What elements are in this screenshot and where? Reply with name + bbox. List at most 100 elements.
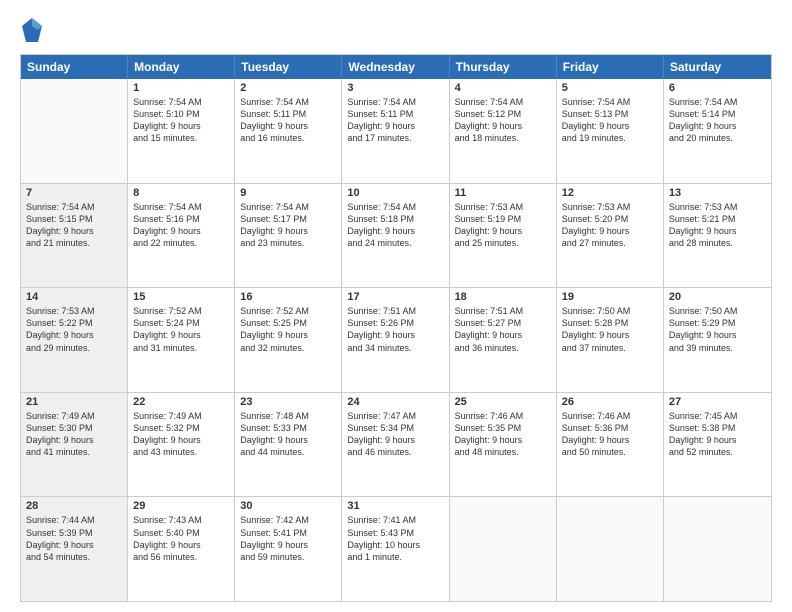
- calendar-cell: 30Sunrise: 7:42 AMSunset: 5:41 PMDayligh…: [235, 497, 342, 601]
- calendar-cell: [21, 79, 128, 183]
- calendar-cell: 31Sunrise: 7:41 AMSunset: 5:43 PMDayligh…: [342, 497, 449, 601]
- calendar-header-sunday: Sunday: [21, 55, 128, 79]
- cell-info-line: Sunset: 5:24 PM: [133, 317, 229, 329]
- logo: [20, 16, 48, 44]
- cell-info-line: Daylight: 9 hours: [26, 225, 122, 237]
- calendar-week-5: 28Sunrise: 7:44 AMSunset: 5:39 PMDayligh…: [21, 497, 771, 601]
- calendar-cell: 21Sunrise: 7:49 AMSunset: 5:30 PMDayligh…: [21, 393, 128, 497]
- cell-info-line: Sunset: 5:30 PM: [26, 422, 122, 434]
- cell-info-line: and 31 minutes.: [133, 342, 229, 354]
- cell-info-line: and 28 minutes.: [669, 237, 766, 249]
- cell-info-line: Sunset: 5:18 PM: [347, 213, 443, 225]
- calendar-cell: 28Sunrise: 7:44 AMSunset: 5:39 PMDayligh…: [21, 497, 128, 601]
- day-number: 10: [347, 187, 443, 199]
- cell-info-line: Sunrise: 7:54 AM: [240, 201, 336, 213]
- cell-info-line: and 20 minutes.: [669, 132, 766, 144]
- cell-info-line: Daylight: 9 hours: [240, 225, 336, 237]
- cell-info-line: Sunrise: 7:53 AM: [669, 201, 766, 213]
- calendar-cell: 5Sunrise: 7:54 AMSunset: 5:13 PMDaylight…: [557, 79, 664, 183]
- cell-info-line: Sunrise: 7:45 AM: [669, 410, 766, 422]
- cell-info-line: Daylight: 9 hours: [347, 329, 443, 341]
- calendar-week-1: 1Sunrise: 7:54 AMSunset: 5:10 PMDaylight…: [21, 79, 771, 184]
- cell-info-line: Sunset: 5:14 PM: [669, 108, 766, 120]
- day-number: 23: [240, 396, 336, 408]
- cell-info-line: Sunrise: 7:48 AM: [240, 410, 336, 422]
- cell-info-line: Sunrise: 7:52 AM: [240, 305, 336, 317]
- day-number: 12: [562, 187, 658, 199]
- cell-info-line: Sunset: 5:17 PM: [240, 213, 336, 225]
- calendar-cell: 14Sunrise: 7:53 AMSunset: 5:22 PMDayligh…: [21, 288, 128, 392]
- cell-info-line: and 15 minutes.: [133, 132, 229, 144]
- day-number: 9: [240, 187, 336, 199]
- cell-info-line: and 17 minutes.: [347, 132, 443, 144]
- cell-info-line: Sunrise: 7:54 AM: [455, 96, 551, 108]
- day-number: 16: [240, 291, 336, 303]
- cell-info-line: and 54 minutes.: [26, 551, 122, 563]
- cell-info-line: Sunset: 5:39 PM: [26, 527, 122, 539]
- cell-info-line: Daylight: 9 hours: [347, 120, 443, 132]
- calendar-cell: 15Sunrise: 7:52 AMSunset: 5:24 PMDayligh…: [128, 288, 235, 392]
- day-number: 2: [240, 82, 336, 94]
- cell-info-line: Daylight: 9 hours: [455, 120, 551, 132]
- calendar-header-thursday: Thursday: [450, 55, 557, 79]
- day-number: 13: [669, 187, 766, 199]
- calendar-cell: 16Sunrise: 7:52 AMSunset: 5:25 PMDayligh…: [235, 288, 342, 392]
- cell-info-line: Daylight: 9 hours: [455, 434, 551, 446]
- cell-info-line: Sunset: 5:34 PM: [347, 422, 443, 434]
- cell-info-line: Sunrise: 7:43 AM: [133, 514, 229, 526]
- calendar-cell: 26Sunrise: 7:46 AMSunset: 5:36 PMDayligh…: [557, 393, 664, 497]
- cell-info-line: Sunset: 5:11 PM: [240, 108, 336, 120]
- cell-info-line: Daylight: 9 hours: [133, 120, 229, 132]
- cell-info-line: Sunrise: 7:42 AM: [240, 514, 336, 526]
- day-number: 22: [133, 396, 229, 408]
- calendar-header-saturday: Saturday: [664, 55, 771, 79]
- day-number: 30: [240, 500, 336, 512]
- cell-info-line: and 29 minutes.: [26, 342, 122, 354]
- cell-info-line: Sunset: 5:12 PM: [455, 108, 551, 120]
- cell-info-line: Sunrise: 7:54 AM: [133, 96, 229, 108]
- calendar-cell: 6Sunrise: 7:54 AMSunset: 5:14 PMDaylight…: [664, 79, 771, 183]
- header: [20, 16, 772, 44]
- cell-info-line: Sunrise: 7:54 AM: [133, 201, 229, 213]
- cell-info-line: and 43 minutes.: [133, 446, 229, 458]
- page: SundayMondayTuesdayWednesdayThursdayFrid…: [0, 0, 792, 612]
- cell-info-line: Daylight: 9 hours: [562, 329, 658, 341]
- day-number: 7: [26, 187, 122, 199]
- cell-info-line: and 16 minutes.: [240, 132, 336, 144]
- cell-info-line: Sunset: 5:26 PM: [347, 317, 443, 329]
- cell-info-line: Daylight: 9 hours: [133, 329, 229, 341]
- cell-info-line: Sunset: 5:21 PM: [669, 213, 766, 225]
- cell-info-line: and 21 minutes.: [26, 237, 122, 249]
- cell-info-line: Daylight: 9 hours: [26, 434, 122, 446]
- calendar-cell: 12Sunrise: 7:53 AMSunset: 5:20 PMDayligh…: [557, 184, 664, 288]
- cell-info-line: and 22 minutes.: [133, 237, 229, 249]
- cell-info-line: Daylight: 9 hours: [669, 434, 766, 446]
- cell-info-line: Sunset: 5:29 PM: [669, 317, 766, 329]
- cell-info-line: Sunrise: 7:54 AM: [347, 96, 443, 108]
- cell-info-line: Sunset: 5:40 PM: [133, 527, 229, 539]
- cell-info-line: Daylight: 9 hours: [455, 225, 551, 237]
- cell-info-line: Sunrise: 7:52 AM: [133, 305, 229, 317]
- cell-info-line: and 41 minutes.: [26, 446, 122, 458]
- cell-info-line: Sunrise: 7:54 AM: [669, 96, 766, 108]
- cell-info-line: and 52 minutes.: [669, 446, 766, 458]
- cell-info-line: and 25 minutes.: [455, 237, 551, 249]
- cell-info-line: and 23 minutes.: [240, 237, 336, 249]
- cell-info-line: and 18 minutes.: [455, 132, 551, 144]
- cell-info-line: Daylight: 9 hours: [347, 225, 443, 237]
- calendar-cell: 24Sunrise: 7:47 AMSunset: 5:34 PMDayligh…: [342, 393, 449, 497]
- cell-info-line: Daylight: 9 hours: [240, 120, 336, 132]
- cell-info-line: and 1 minute.: [347, 551, 443, 563]
- day-number: 31: [347, 500, 443, 512]
- day-number: 27: [669, 396, 766, 408]
- cell-info-line: and 50 minutes.: [562, 446, 658, 458]
- cell-info-line: Sunrise: 7:53 AM: [26, 305, 122, 317]
- day-number: 6: [669, 82, 766, 94]
- cell-info-line: Sunrise: 7:54 AM: [347, 201, 443, 213]
- cell-info-line: and 46 minutes.: [347, 446, 443, 458]
- cell-info-line: Sunrise: 7:46 AM: [455, 410, 551, 422]
- calendar-cell: 29Sunrise: 7:43 AMSunset: 5:40 PMDayligh…: [128, 497, 235, 601]
- calendar-cell: 10 Sunrise: 7:54 AMSunset: 5:18 PMDayligh…: [342, 184, 449, 288]
- logo-icon: [20, 16, 44, 44]
- calendar-cell: 8Sunrise: 7:54 AMSunset: 5:16 PMDaylight…: [128, 184, 235, 288]
